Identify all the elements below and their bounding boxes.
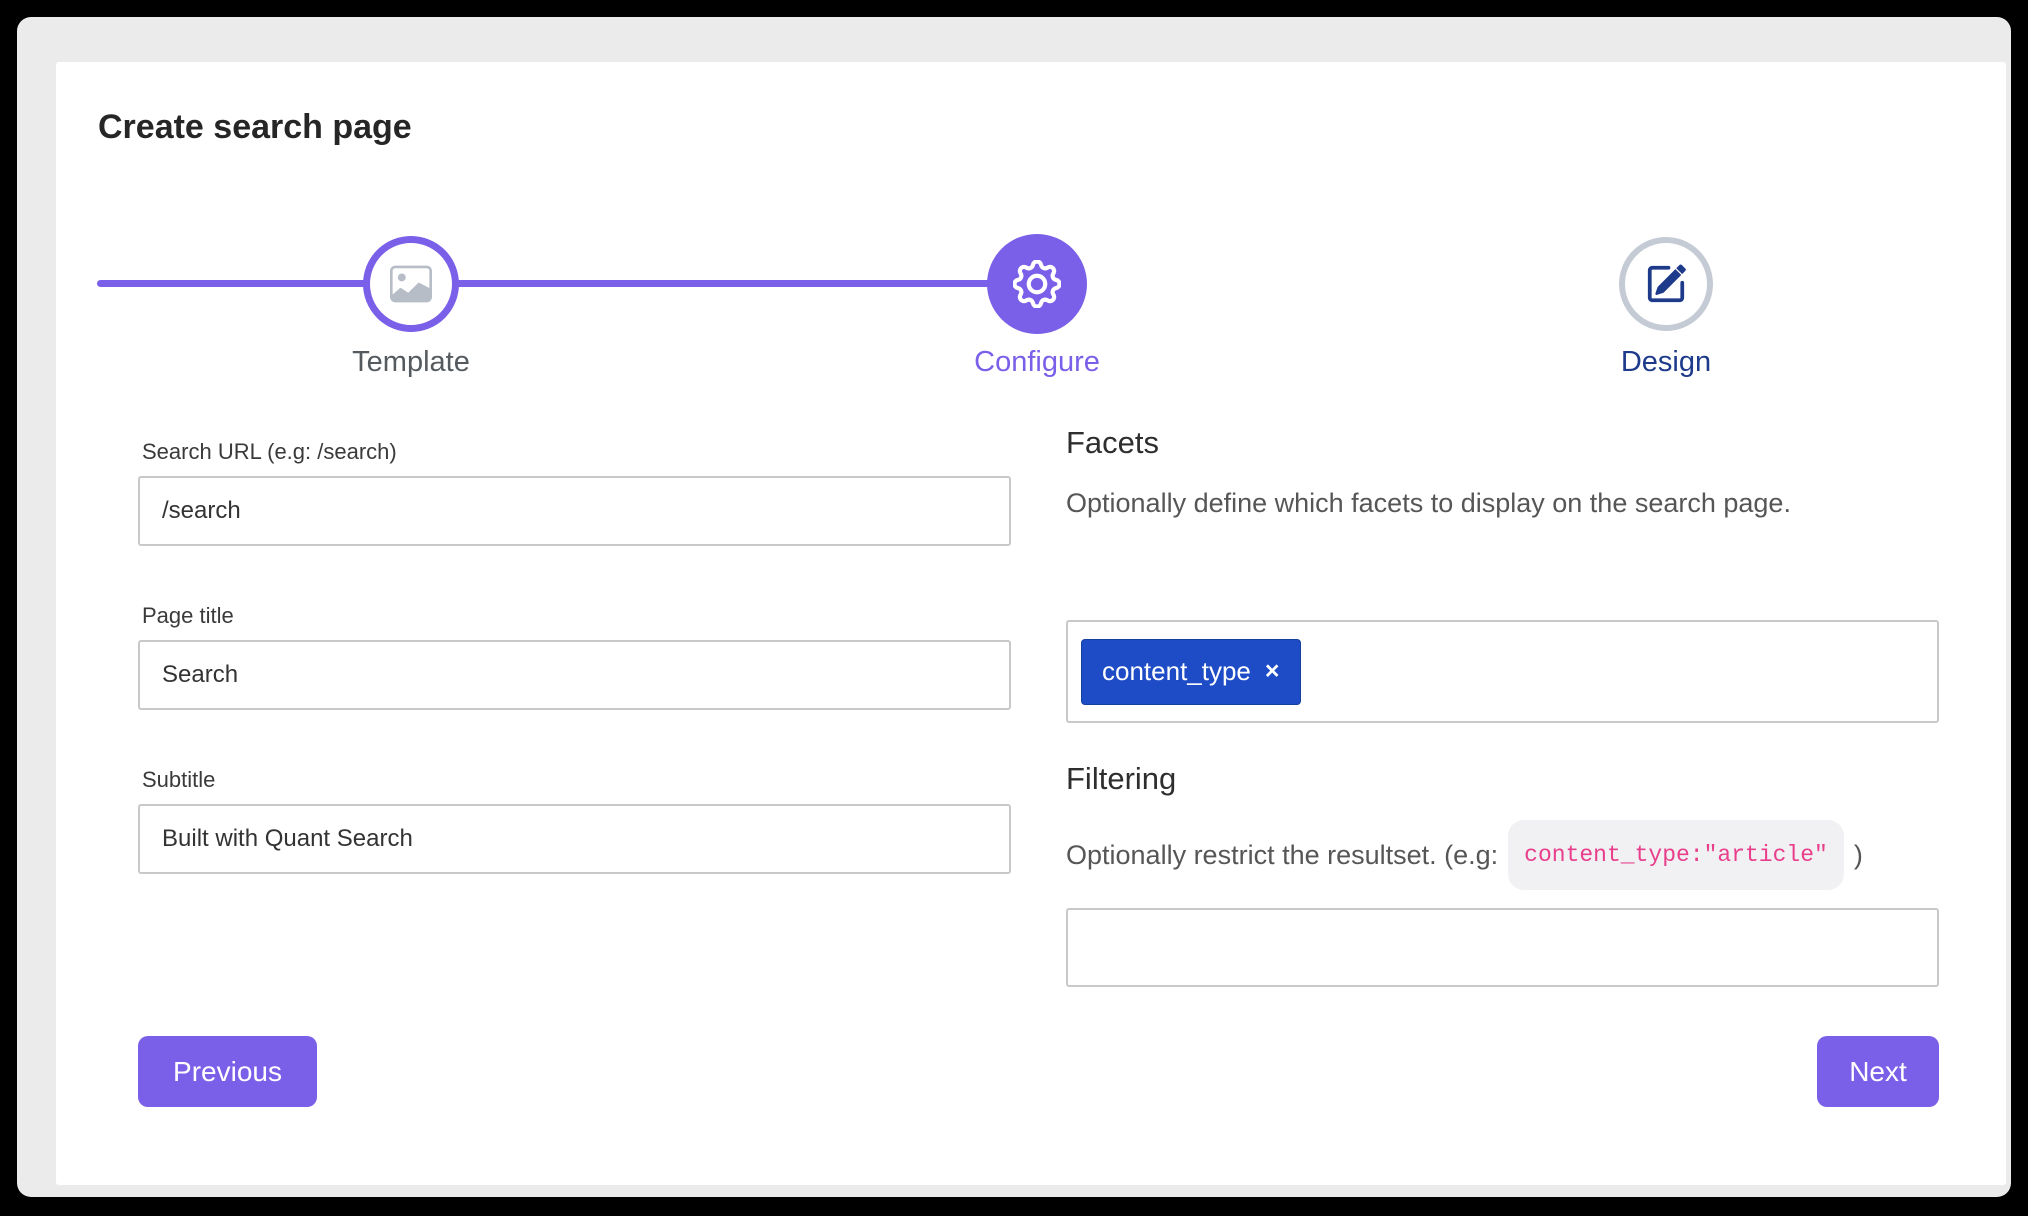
step-template[interactable]	[363, 236, 459, 332]
facets-heading: Facets	[1066, 425, 1159, 461]
window-shell: Create search page Template Configure De…	[17, 17, 2011, 1197]
filter-code-example: content_type:"article"	[1508, 820, 1844, 890]
filtering-description-prefix: Optionally restrict the resultset. (e.g:	[1066, 826, 1498, 884]
gear-icon	[1013, 260, 1061, 308]
page-title-label: Page title	[142, 603, 234, 629]
facet-tag-content-type[interactable]: content_type ×	[1081, 639, 1301, 705]
step-label-template[interactable]: Template	[261, 346, 561, 379]
create-search-page-card: Create search page Template Configure De…	[56, 62, 2006, 1185]
subtitle-label: Subtitle	[142, 767, 215, 793]
previous-button[interactable]: Previous	[138, 1036, 317, 1107]
facets-description: Optionally define which facets to displa…	[1066, 474, 1856, 532]
facets-tag-input[interactable]: content_type ×	[1066, 620, 1939, 723]
step-configure[interactable]	[987, 234, 1087, 334]
stepper-progress-line	[97, 280, 1037, 287]
step-label-configure[interactable]: Configure	[887, 346, 1187, 379]
filter-input[interactable]	[1066, 908, 1939, 987]
subtitle-input[interactable]	[138, 804, 1011, 874]
search-url-label: Search URL (e.g: /search)	[142, 439, 397, 465]
filtering-heading: Filtering	[1066, 761, 1176, 797]
image-icon	[390, 263, 432, 305]
filtering-description: Optionally restrict the resultset. (e.g:…	[1066, 820, 1986, 890]
page-title-input[interactable]	[138, 640, 1011, 710]
filtering-description-suffix: )	[1854, 826, 1863, 884]
next-button[interactable]: Next	[1817, 1036, 1939, 1107]
remove-tag-icon[interactable]: ×	[1265, 659, 1280, 684]
step-design[interactable]	[1619, 237, 1713, 331]
search-url-input[interactable]	[138, 476, 1011, 546]
facet-tag-label: content_type	[1102, 656, 1251, 687]
step-label-design[interactable]: Design	[1516, 346, 1816, 379]
page-title: Create search page	[98, 108, 412, 147]
edit-icon	[1646, 264, 1686, 304]
